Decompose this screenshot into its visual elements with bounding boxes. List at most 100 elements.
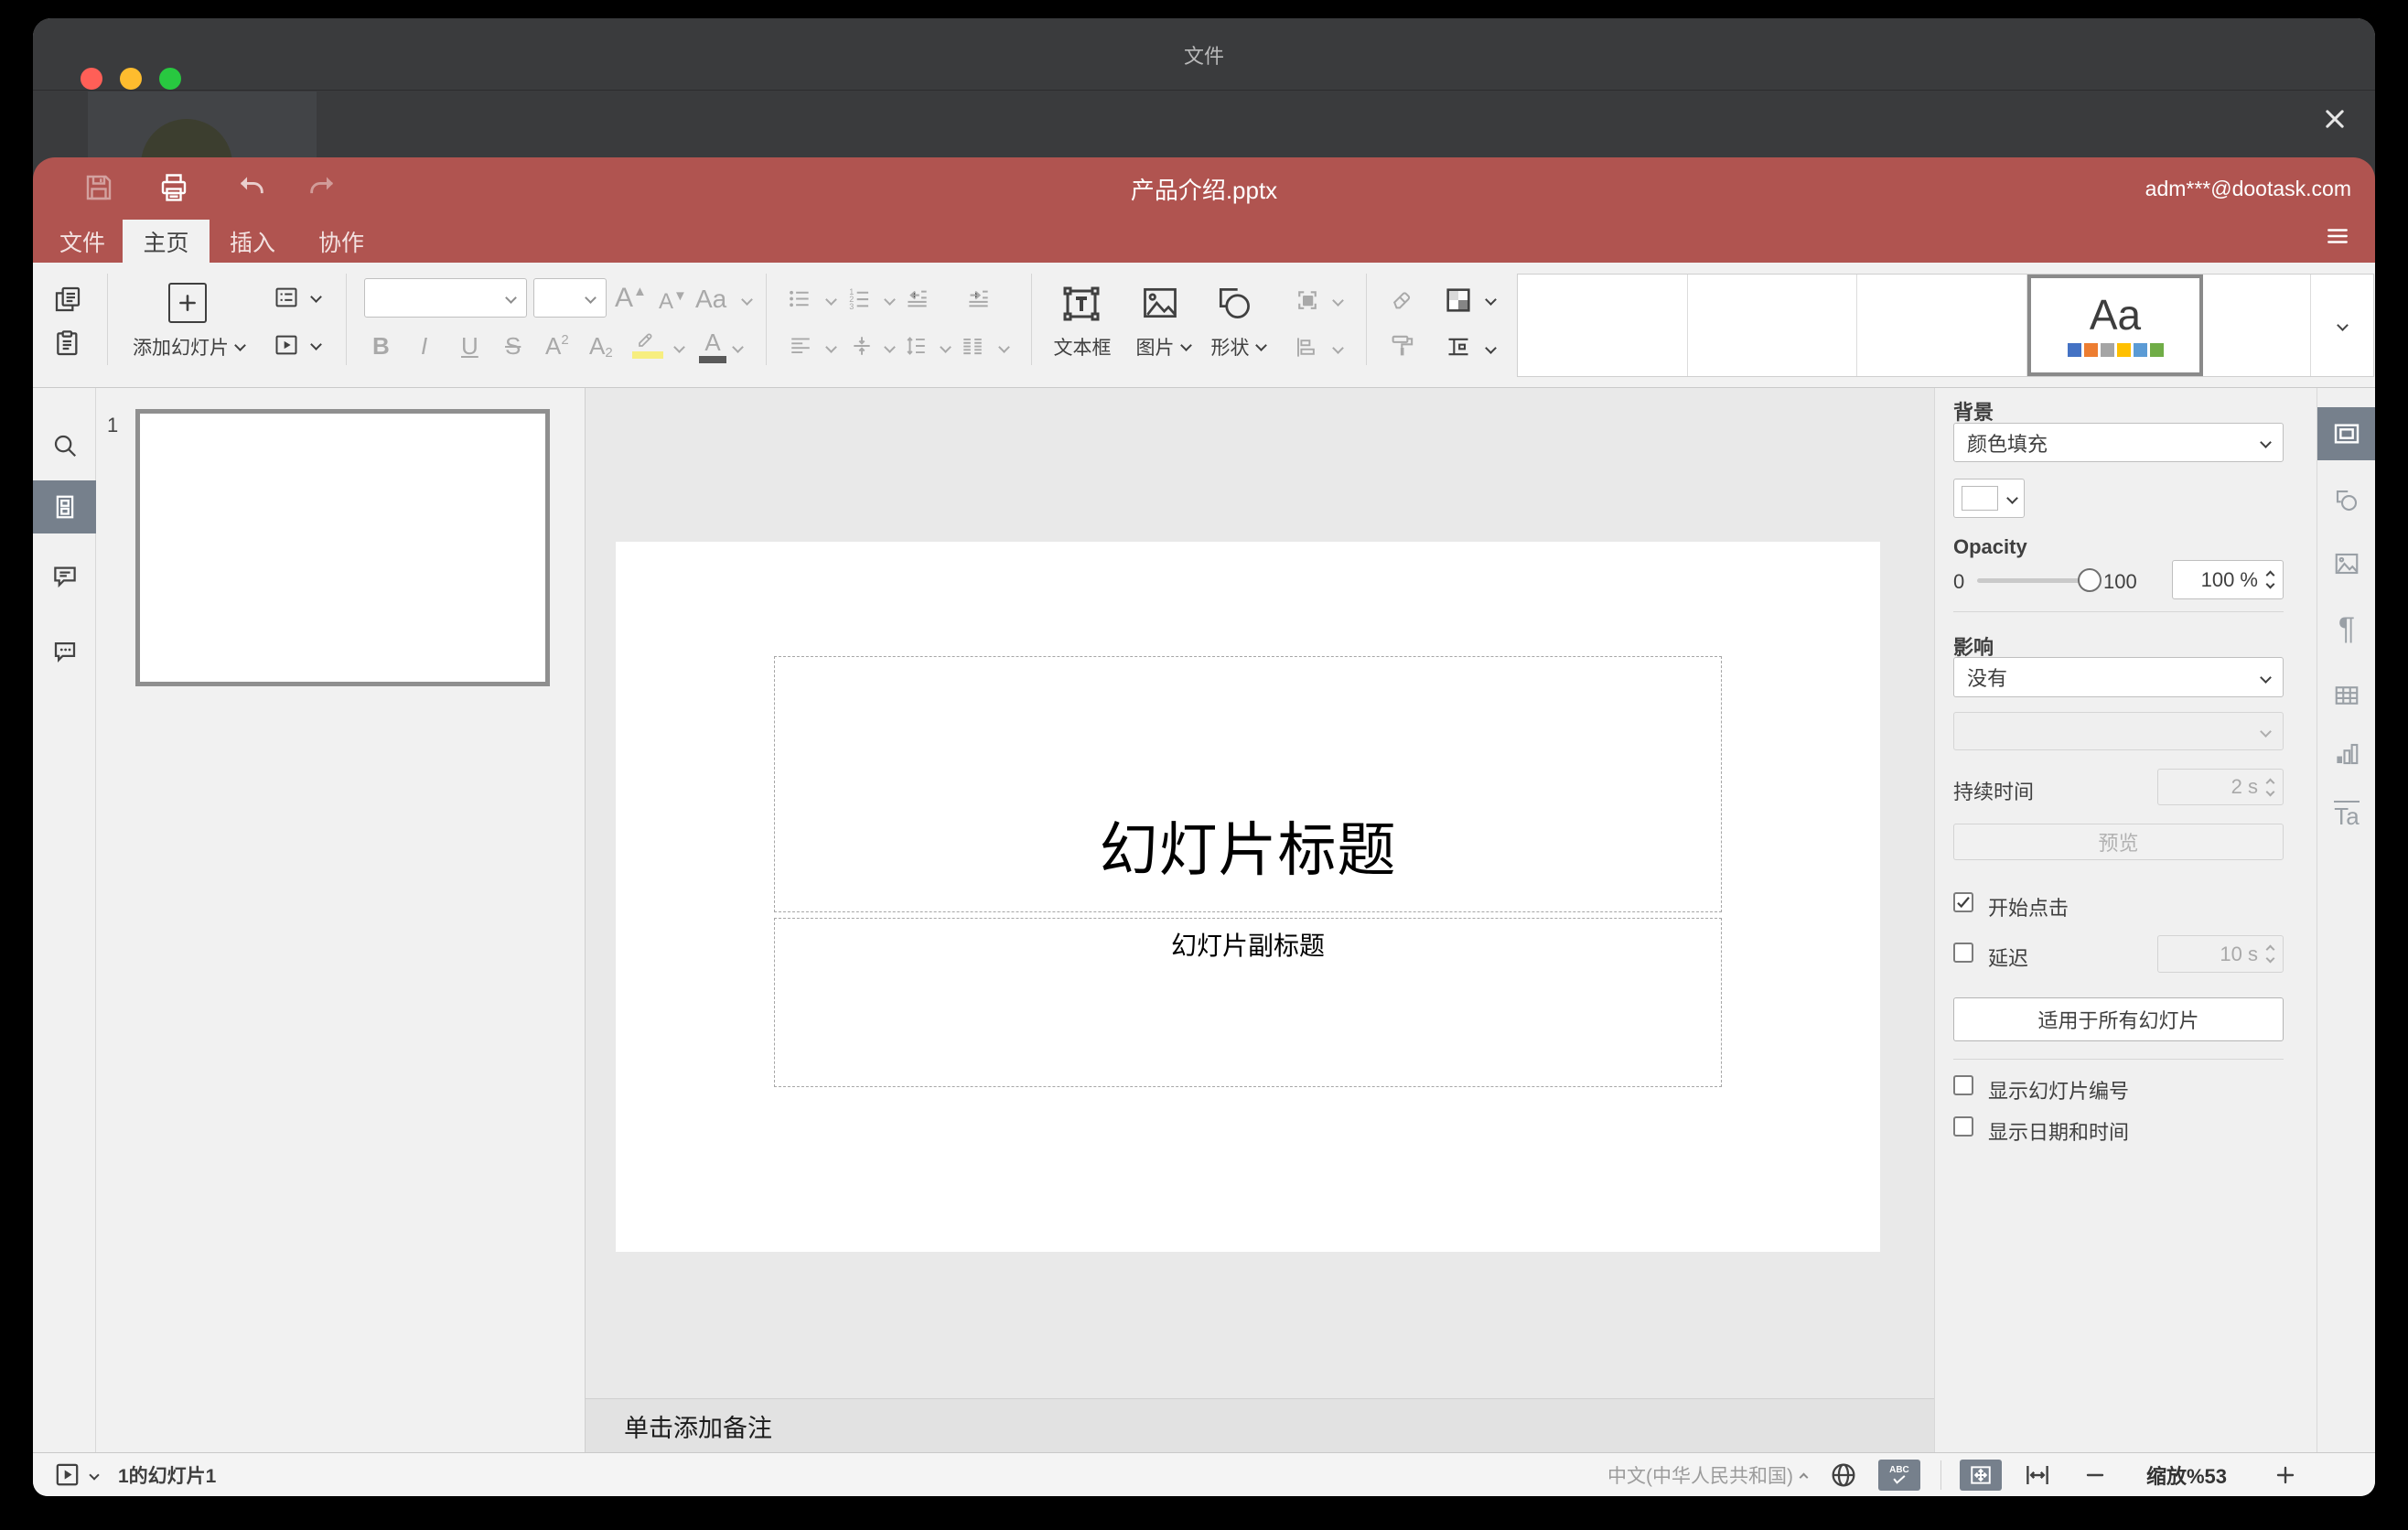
language-label[interactable]: 中文(中华人民共和国) — [1607, 1461, 1793, 1489]
paste-icon[interactable] — [53, 329, 82, 358]
slideshow-mode-chevron-icon[interactable] — [89, 1469, 100, 1481]
slide-surface[interactable]: 幻灯片标题 幻灯片副标题 — [616, 542, 1880, 1252]
align-objects-chevron-icon[interactable] — [1332, 342, 1344, 354]
fit-to-slide-icon[interactable] — [1959, 1459, 2002, 1491]
slides-panel-icon[interactable] — [33, 480, 96, 533]
eraser-icon[interactable] — [1390, 286, 1416, 312]
bullet-list-icon[interactable] — [787, 286, 812, 311]
align-objects-icon[interactable] — [1294, 335, 1319, 360]
highlight-chevron-icon[interactable] — [673, 341, 685, 353]
zoom-level[interactable]: 缩放%53 — [2146, 1460, 2227, 1490]
slideshow-chevron-icon[interactable] — [310, 339, 322, 350]
close-traffic-icon[interactable] — [81, 68, 102, 90]
bold-button[interactable]: B — [372, 332, 390, 361]
copy-icon[interactable] — [53, 285, 82, 314]
table-settings-icon[interactable] — [2317, 669, 2375, 722]
comments-icon[interactable] — [33, 550, 96, 603]
slide-settings-icon[interactable] — [2317, 407, 2375, 460]
image-settings-icon[interactable] — [2317, 537, 2375, 590]
language-caret-icon[interactable] — [1799, 1472, 1809, 1482]
add-slide-label[interactable]: 添加幻灯片 — [124, 333, 253, 361]
horizontal-align-chevron-icon[interactable] — [825, 341, 837, 353]
italic-button[interactable]: I — [421, 332, 427, 361]
theme-cell[interactable] — [2203, 275, 2311, 376]
font-color-chevron-icon[interactable] — [732, 341, 744, 353]
slide-thumbnail[interactable] — [135, 409, 550, 686]
select-colors-icon[interactable] — [1443, 285, 1474, 316]
zoom-in-icon[interactable] — [2274, 1464, 2296, 1486]
effect-select[interactable]: 没有 — [1953, 657, 2284, 697]
font-color-button[interactable]: A — [699, 330, 726, 363]
start-slideshow-icon[interactable] — [273, 332, 300, 358]
delay-checkbox[interactable] — [1953, 943, 1973, 963]
apply-to-all-button[interactable]: 适用于所有幻灯片 — [1953, 997, 2284, 1041]
increase-font-icon[interactable]: A ▲ — [615, 283, 647, 314]
fit-to-width-icon[interactable] — [2022, 1461, 2053, 1489]
line-spacing-chevron-icon[interactable] — [940, 341, 951, 353]
superscript-button[interactable]: A2 — [545, 332, 569, 361]
font-name-select[interactable] — [364, 278, 527, 318]
shape-settings-icon[interactable] — [2317, 474, 2375, 527]
theme-cell-selected[interactable]: Aa — [2027, 275, 2203, 376]
decrease-indent-icon[interactable] — [905, 286, 930, 311]
change-case-icon[interactable]: Aa — [695, 285, 726, 314]
minimize-traffic-icon[interactable] — [120, 68, 142, 90]
spellcheck-icon[interactable]: ABC — [1877, 1459, 1920, 1491]
subscript-button[interactable]: A2 — [589, 332, 613, 361]
subtitle-placeholder[interactable]: 幻灯片副标题 — [774, 918, 1722, 1087]
line-spacing-icon[interactable] — [904, 334, 928, 358]
slide-layout-chevron-icon[interactable] — [310, 291, 322, 303]
fill-color-select[interactable] — [1953, 479, 2025, 518]
arrange-icon[interactable] — [1294, 286, 1321, 314]
effect-type-select[interactable] — [1953, 712, 2284, 750]
insert-shape-icon[interactable] — [1213, 283, 1255, 323]
shape-label[interactable]: 形状 — [1188, 333, 1288, 361]
fill-type-select[interactable]: 颜色填充 — [1953, 423, 2284, 462]
editor-canvas[interactable]: 幻灯片标题 幻灯片副标题 — [586, 388, 1934, 1398]
select-colors-chevron-icon[interactable] — [1485, 294, 1497, 306]
preview-button[interactable]: 预览 — [1953, 824, 2284, 860]
underline-button[interactable]: U — [461, 332, 478, 361]
menu-icon[interactable] — [2324, 224, 2351, 248]
columns-chevron-icon[interactable] — [998, 341, 1010, 353]
theme-cell[interactable] — [1857, 275, 2027, 376]
notes-area[interactable]: 单击添加备注 — [586, 1398, 1934, 1452]
slide-size-icon[interactable] — [1443, 334, 1474, 360]
slide-size-chevron-icon[interactable] — [1485, 342, 1497, 354]
highlight-color-icon[interactable] — [632, 329, 663, 359]
vertical-align-chevron-icon[interactable] — [884, 341, 896, 353]
insert-image-icon[interactable] — [1140, 283, 1180, 323]
maximize-traffic-icon[interactable] — [159, 68, 181, 90]
theme-cell[interactable] — [1518, 275, 1688, 376]
horizontal-align-icon[interactable] — [789, 334, 812, 358]
bullet-list-chevron-icon[interactable] — [825, 294, 837, 306]
slide-layout-icon[interactable] — [273, 285, 300, 310]
start-slideshow-status-icon[interactable] — [55, 1462, 80, 1487]
zoom-out-icon[interactable] — [2084, 1464, 2106, 1486]
delay-spinner[interactable]: 10 s — [2157, 935, 2284, 973]
title-placeholder[interactable]: 幻灯片标题 — [774, 656, 1722, 912]
theme-gallery-expand-button[interactable] — [2311, 275, 2373, 376]
numbered-list-icon[interactable]: 123 — [847, 286, 872, 311]
tab-home[interactable]: 主页 — [123, 220, 210, 263]
increase-indent-icon[interactable] — [966, 286, 991, 311]
opacity-spinner[interactable]: 100 % — [2172, 560, 2284, 599]
chart-settings-icon[interactable] — [2317, 727, 2375, 781]
copy-style-icon[interactable] — [1390, 332, 1416, 359]
numbered-list-chevron-icon[interactable] — [884, 294, 896, 306]
columns-icon[interactable] — [961, 334, 984, 358]
search-icon[interactable] — [33, 419, 96, 472]
show-date-checkbox[interactable] — [1953, 1116, 1973, 1137]
duration-spinner[interactable]: 2 s — [2157, 769, 2284, 805]
vertical-align-icon[interactable] — [850, 334, 874, 358]
decrease-font-icon[interactable]: A ▼ — [659, 288, 687, 315]
theme-cell[interactable] — [1688, 275, 1857, 376]
font-size-select[interactable] — [533, 278, 607, 318]
change-case-chevron-icon[interactable] — [741, 294, 753, 306]
strikethrough-button[interactable]: S — [505, 332, 521, 361]
start-on-click-checkbox[interactable] — [1953, 892, 1973, 912]
paragraph-settings-icon[interactable]: ¶ — [2317, 602, 2375, 655]
textart-settings-icon[interactable]: Ta — [2317, 789, 2375, 842]
opacity-slider-track[interactable] — [1977, 578, 2094, 583]
chat-icon[interactable] — [33, 623, 96, 676]
